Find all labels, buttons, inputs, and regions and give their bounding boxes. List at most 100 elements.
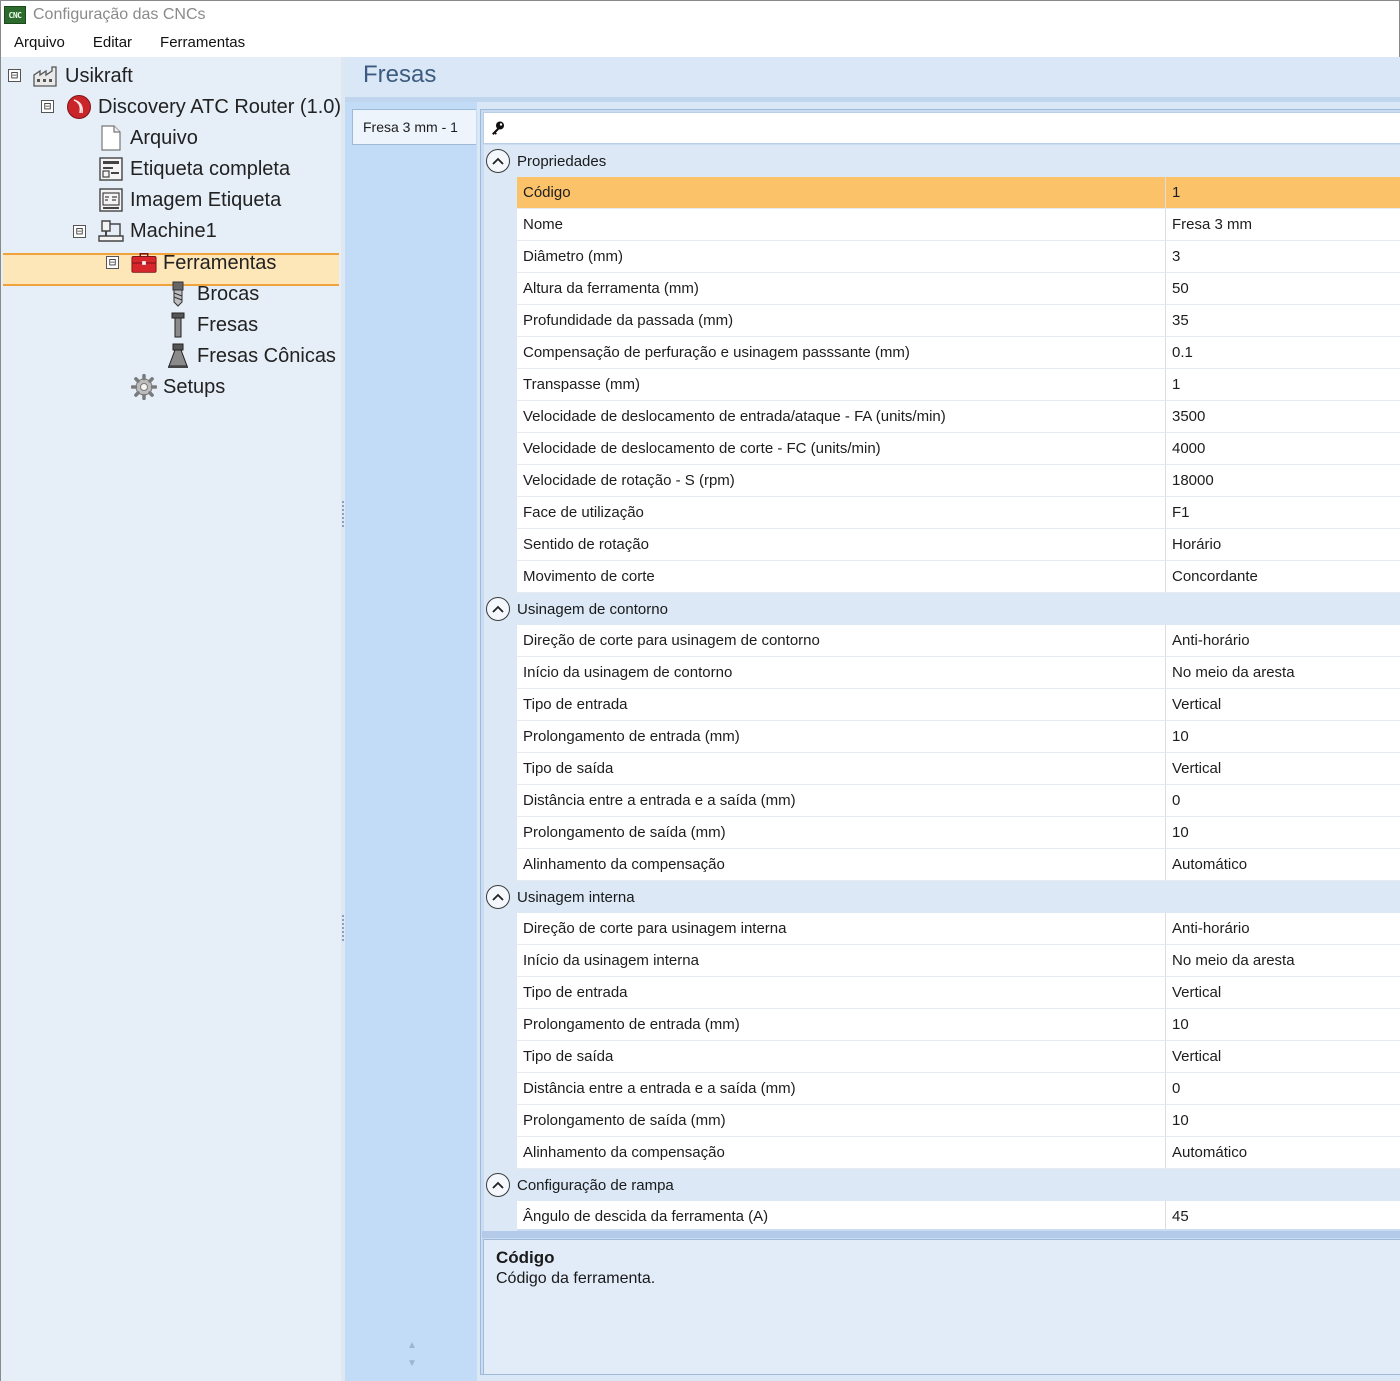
property-value[interactable]: Vertical: [1166, 689, 1400, 721]
property-value[interactable]: Horário: [1166, 529, 1400, 561]
property-row[interactable]: Tipo de entrada Vertical: [484, 977, 1400, 1009]
property-name[interactable]: Velocidade de deslocamento de entrada/at…: [517, 401, 1166, 433]
property-row[interactable]: Profundidade da passada (mm) 35: [484, 305, 1400, 337]
property-value[interactable]: 3500: [1166, 401, 1400, 433]
property-name[interactable]: Alinhamento da compensação: [517, 849, 1166, 881]
property-row[interactable]: Sentido de rotação Horário: [484, 529, 1400, 561]
property-row[interactable]: Código 1: [484, 177, 1400, 209]
collapse-icon[interactable]: [486, 885, 510, 909]
property-name[interactable]: Velocidade de rotação - S (rpm): [517, 465, 1166, 497]
property-name[interactable]: Prolongamento de entrada (mm): [517, 721, 1166, 753]
property-name[interactable]: Velocidade de deslocamento de corte - FC…: [517, 433, 1166, 465]
property-row[interactable]: Prolongamento de saída (mm) 10: [484, 817, 1400, 849]
property-name[interactable]: Altura da ferramenta (mm): [517, 273, 1166, 305]
property-row[interactable]: Diâmetro (mm) 3: [484, 241, 1400, 273]
property-value[interactable]: No meio da aresta: [1166, 945, 1400, 977]
scroll-down-icon[interactable]: ▼: [405, 1355, 419, 1373]
property-name[interactable]: Início da usinagem interna: [517, 945, 1166, 977]
tab-scroll-arrows[interactable]: ▲ ▼: [405, 1337, 419, 1373]
property-value[interactable]: 1: [1166, 369, 1400, 401]
property-value[interactable]: Anti-horário: [1166, 913, 1400, 945]
property-row[interactable]: Movimento de corte Concordante: [484, 561, 1400, 593]
property-value[interactable]: 3: [1166, 241, 1400, 273]
property-value[interactable]: 45: [1166, 1201, 1400, 1233]
category-header[interactable]: Usinagem interna: [484, 881, 1400, 913]
property-value[interactable]: Anti-horário: [1166, 625, 1400, 657]
property-value[interactable]: Concordante: [1166, 561, 1400, 593]
scroll-up-icon[interactable]: ▲: [405, 1337, 419, 1355]
menu-ferramentas[interactable]: Ferramentas: [146, 29, 259, 57]
tree-item-fresas[interactable]: Fresas: [165, 310, 258, 340]
tree-item-brocas[interactable]: Brocas: [165, 279, 259, 309]
category-header[interactable]: Propriedades: [484, 145, 1400, 177]
property-row[interactable]: Início da usinagem de contorno No meio da…: [484, 657, 1400, 689]
property-value[interactable]: 4000: [1166, 433, 1400, 465]
property-name[interactable]: Sentido de rotação: [517, 529, 1166, 561]
menu-editar[interactable]: Editar: [79, 29, 146, 57]
property-name[interactable]: Prolongamento de saída (mm): [517, 1105, 1166, 1137]
property-row[interactable]: Velocidade de deslocamento de entrada/at…: [484, 401, 1400, 433]
property-row[interactable]: Direção de corte para usinagem de contor…: [484, 625, 1400, 657]
category-header[interactable]: Usinagem de contorno: [484, 593, 1400, 625]
collapse-icon[interactable]: [486, 597, 510, 621]
property-name[interactable]: Distância entre a entrada e a saída (mm): [517, 1073, 1166, 1105]
property-value[interactable]: Automático: [1166, 849, 1400, 881]
help-splitter[interactable]: [482, 1231, 1400, 1238]
collapse-icon[interactable]: [486, 149, 510, 173]
property-row[interactable]: Tipo de saída Vertical: [484, 1041, 1400, 1073]
property-value[interactable]: Vertical: [1166, 753, 1400, 785]
property-name[interactable]: Diâmetro (mm): [517, 241, 1166, 273]
tab-fresa-3mm[interactable]: Fresa 3 mm - 1: [352, 109, 476, 145]
property-value[interactable]: Fresa 3 mm: [1166, 209, 1400, 241]
property-row[interactable]: Prolongamento de entrada (mm) 10: [484, 721, 1400, 753]
property-row[interactable]: Alinhamento da compensação Automático: [484, 849, 1400, 881]
property-value[interactable]: Automático: [1166, 1137, 1400, 1169]
property-name[interactable]: Compensação de perfuração e usinagem pas…: [517, 337, 1166, 369]
property-row[interactable]: Nome Fresa 3 mm: [484, 209, 1400, 241]
property-name[interactable]: Face de utilização: [517, 497, 1166, 529]
property-row[interactable]: Tipo de entrada Vertical: [484, 689, 1400, 721]
property-row[interactable]: Prolongamento de entrada (mm) 10: [484, 1009, 1400, 1041]
property-name[interactable]: Movimento de corte: [517, 561, 1166, 593]
property-value[interactable]: 18000: [1166, 465, 1400, 497]
property-value[interactable]: No meio da aresta: [1166, 657, 1400, 689]
property-value[interactable]: 35: [1166, 305, 1400, 337]
property-name[interactable]: Código: [517, 177, 1166, 209]
property-value[interactable]: Vertical: [1166, 977, 1400, 1009]
property-name[interactable]: Tipo de saída: [517, 1041, 1166, 1073]
property-value[interactable]: 10: [1166, 817, 1400, 849]
key-icon[interactable]: [490, 120, 506, 136]
tree-item-usikraft[interactable]: Usikraft: [33, 61, 133, 91]
property-row[interactable]: Velocidade de rotação - S (rpm) 18000: [484, 465, 1400, 497]
expander-machine1[interactable]: ⊟: [73, 225, 86, 238]
property-name[interactable]: Prolongamento de entrada (mm): [517, 1009, 1166, 1041]
property-value[interactable]: 50: [1166, 273, 1400, 305]
property-name[interactable]: Direção de corte para usinagem interna: [517, 913, 1166, 945]
property-name[interactable]: Prolongamento de saída (mm): [517, 817, 1166, 849]
expander-discovery[interactable]: ⊟: [41, 100, 54, 113]
property-value[interactable]: 0: [1166, 1073, 1400, 1105]
splitter-grip[interactable]: [342, 915, 344, 941]
property-row[interactable]: Direção de corte para usinagem interna An…: [484, 913, 1400, 945]
property-value[interactable]: 1: [1166, 177, 1400, 209]
property-value[interactable]: 0: [1166, 785, 1400, 817]
property-name[interactable]: Tipo de entrada: [517, 977, 1166, 1009]
property-row[interactable]: Distância entre a entrada e a saída (mm)…: [484, 1073, 1400, 1105]
collapse-icon[interactable]: [486, 1173, 510, 1197]
tree-item-fresas-conicas[interactable]: Fresas Cônicas: [165, 341, 336, 371]
tree-item-discovery-atc-router[interactable]: Discovery ATC Router (1.0): [66, 92, 341, 122]
property-row[interactable]: Tipo de saída Vertical: [484, 753, 1400, 785]
expander-usikraft[interactable]: ⊟: [8, 69, 21, 82]
property-name[interactable]: Alinhamento da compensação: [517, 1137, 1166, 1169]
property-value[interactable]: 0.1: [1166, 337, 1400, 369]
property-value[interactable]: F1: [1166, 497, 1400, 529]
tree-item-etiqueta-completa[interactable]: Etiqueta completa: [98, 154, 290, 184]
property-value[interactable]: 10: [1166, 721, 1400, 753]
property-value[interactable]: Vertical: [1166, 1041, 1400, 1073]
tree-item-setups[interactable]: Setups: [131, 372, 225, 402]
property-name[interactable]: Transpasse (mm): [517, 369, 1166, 401]
property-name[interactable]: Distância entre a entrada e a saída (mm): [517, 785, 1166, 817]
property-row[interactable]: Prolongamento de saída (mm) 10: [484, 1105, 1400, 1137]
menu-arquivo[interactable]: Arquivo: [1, 29, 79, 57]
property-name[interactable]: Início da usinagem de contorno: [517, 657, 1166, 689]
